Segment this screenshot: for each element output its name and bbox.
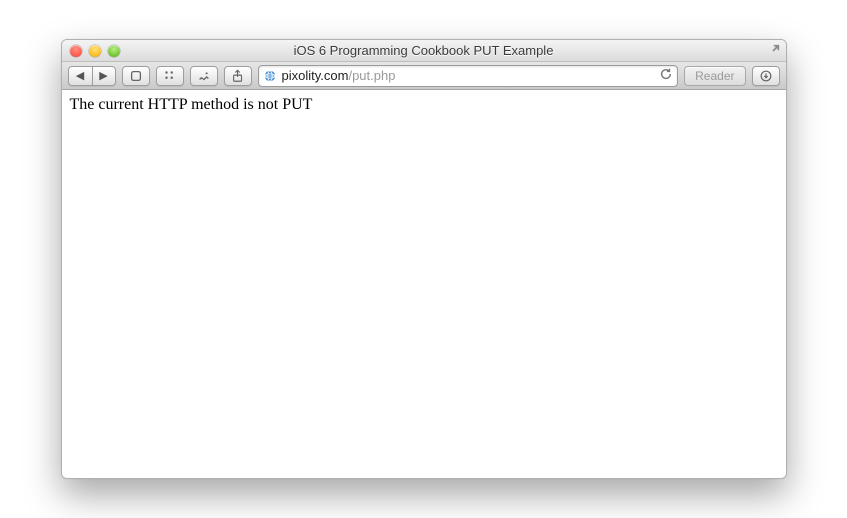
toolbar: ◀ ▶ pixolity.com/put.php Reade xyxy=(62,62,786,90)
window-title: iOS 6 Programming Cookbook PUT Example xyxy=(62,43,786,58)
reload-icon[interactable] xyxy=(659,67,673,84)
globe-icon xyxy=(263,69,277,83)
address-bar[interactable]: pixolity.com/put.php xyxy=(258,65,679,87)
zoom-icon[interactable] xyxy=(108,45,120,57)
downloads-button[interactable] xyxy=(752,66,780,86)
page-content: The current HTTP method is not PUT xyxy=(62,90,786,478)
window-controls xyxy=(70,45,120,57)
close-icon[interactable] xyxy=(70,45,82,57)
bookmarks-button[interactable] xyxy=(190,66,218,86)
url-domain: pixolity.com xyxy=(282,68,349,83)
reader-label: Reader xyxy=(695,69,734,83)
fullscreen-icon[interactable] xyxy=(766,44,780,58)
url-text: pixolity.com/put.php xyxy=(282,68,655,83)
minimize-icon[interactable] xyxy=(89,45,101,57)
omnibox-button[interactable] xyxy=(122,66,150,86)
browser-window: iOS 6 Programming Cookbook PUT Example ◀… xyxy=(61,39,787,479)
back-button[interactable]: ◀ xyxy=(68,66,92,86)
top-sites-button[interactable] xyxy=(156,66,184,86)
forward-button[interactable]: ▶ xyxy=(92,66,116,86)
share-button[interactable] xyxy=(224,66,252,86)
page-body-text: The current HTTP method is not PUT xyxy=(70,96,313,113)
url-path: /put.php xyxy=(348,68,395,83)
nav-buttons: ◀ ▶ xyxy=(68,66,116,86)
titlebar: iOS 6 Programming Cookbook PUT Example xyxy=(62,40,786,62)
reader-button[interactable]: Reader xyxy=(684,66,745,86)
